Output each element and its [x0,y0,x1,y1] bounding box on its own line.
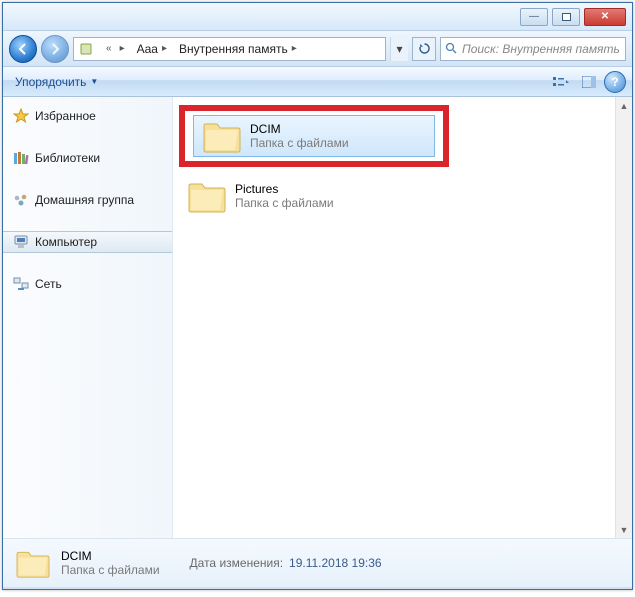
sidebar-item-homegroup[interactable]: Домашняя группа [3,189,172,211]
details-date-value: 19.11.2018 19:36 [289,556,382,570]
minimize-button[interactable]: — [520,8,548,26]
sidebar-item-libraries[interactable]: Библиотеки [3,147,172,169]
scrollbar[interactable]: ▲ ▼ [615,97,632,538]
item-sub: Папка с файлами [235,196,334,210]
details-name: DCIM [61,549,160,563]
item-name: Pictures [235,182,334,196]
maximize-button[interactable] [552,8,580,26]
search-input[interactable]: Поиск: Внутренняя память [440,37,626,61]
navbar: «▸ Aaa▸ Внутренняя память▸ ▾ Поиск: Внут… [3,31,632,67]
details-pane: DCIM Папка с файлами Дата изменения: 19.… [3,539,632,587]
preview-pane-button[interactable] [576,71,602,93]
address-bar[interactable]: «▸ Aaa▸ Внутренняя память▸ [73,37,386,61]
address-dropdown[interactable]: ▾ [390,37,408,61]
close-button[interactable]: ✕ [584,8,626,26]
search-icon [445,42,458,55]
libraries-icon [13,150,29,166]
toolbar: Упорядочить▼ ? [3,67,632,97]
folder-item-pictures[interactable]: Pictures Папка с файлами [179,171,449,221]
folder-icon [15,547,51,579]
sidebar-label: Избранное [35,109,96,123]
details-sub: Папка с файлами [61,563,160,577]
crumb-double-chevron[interactable]: «▸ [98,38,133,60]
item-sub: Папка с файлами [250,136,349,150]
network-icon [13,276,29,292]
sidebar-item-network[interactable]: Сеть [3,273,172,295]
help-button[interactable]: ? [604,71,626,93]
homegroup-icon [13,192,29,208]
folder-item-dcim[interactable]: DCIM Папка с файлами [179,105,449,167]
item-name: DCIM [250,122,349,136]
device-icon [76,39,96,59]
sidebar-label: Сеть [35,277,62,291]
search-placeholder: Поиск: Внутренняя память [462,42,620,56]
explorer-window: — ✕ «▸ Aaa▸ Внутренняя память▸ ▾ Поиск: … [2,2,633,590]
forward-button[interactable] [41,35,69,63]
sidebar-label: Компьютер [35,235,97,249]
star-icon [13,108,29,124]
scroll-up-icon[interactable]: ▲ [616,97,632,114]
folder-icon [202,118,242,154]
sidebar-label: Библиотеки [35,151,100,165]
content-pane[interactable]: DCIM Папка с файлами Pictures Папка с фа… [173,97,632,538]
organize-menu[interactable]: Упорядочить▼ [9,73,104,91]
refresh-button[interactable] [412,37,436,61]
scroll-down-icon[interactable]: ▼ [616,521,632,538]
crumb-current[interactable]: Внутренняя память▸ [175,38,305,60]
titlebar: — ✕ [3,3,632,31]
computer-icon [13,234,29,250]
folder-icon [187,178,227,214]
sidebar-item-computer[interactable]: Компьютер [3,231,172,253]
details-date-label: Дата изменения: [190,556,284,570]
sidebar-item-favorites[interactable]: Избранное [3,105,172,127]
crumb-root[interactable]: Aaa▸ [133,38,175,60]
sidebar: Избранное Библиотеки Домашняя группа [3,97,173,538]
sidebar-label: Домашняя группа [35,193,134,207]
back-button[interactable] [9,35,37,63]
view-options-button[interactable] [548,71,574,93]
